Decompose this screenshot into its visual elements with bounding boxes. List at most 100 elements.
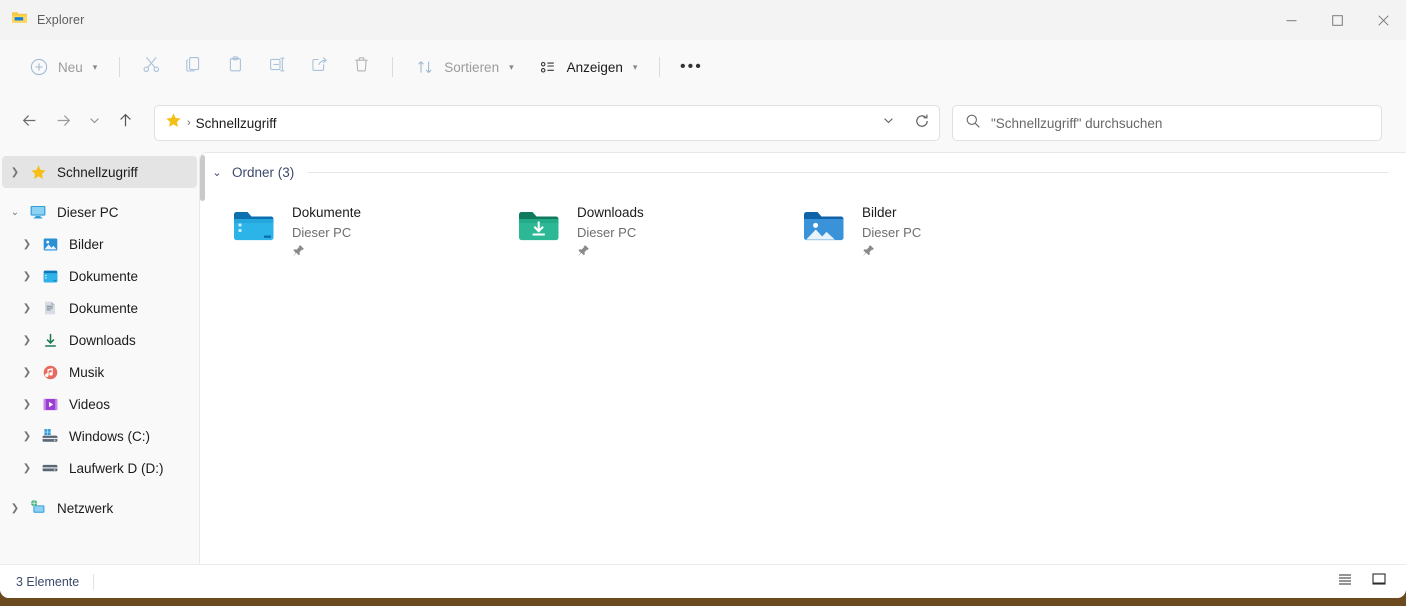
pin-icon [577,244,644,262]
content-scrollbar[interactable] [200,155,205,201]
view-button[interactable]: Anzeigen ▾ [527,49,649,85]
chevron-right-icon[interactable]: ❯ [14,292,40,324]
group-header-ordner[interactable]: ⌄ Ordner (3) [200,153,1406,180]
close-button[interactable] [1360,0,1406,40]
chevron-right-icon[interactable]: ❯ [2,156,28,188]
folder-icon [11,9,28,31]
sidebar-item-laufwerk-d[interactable]: ❯ Laufwerk D (D:) [2,452,197,484]
sidebar-item-label: Windows (C:) [69,429,150,444]
file-tile-downloads[interactable]: Downloads Dieser PC [507,192,792,256]
chevron-down-icon [882,114,895,132]
search-input[interactable]: "Schnellzugriff" durchsuchen [991,116,1162,131]
sidebar-item-videos[interactable]: ❯ Videos [2,388,197,420]
command-bar: Neu ▾ [0,40,1406,94]
trash-icon [352,55,371,79]
details-view-button[interactable] [1332,570,1358,594]
sidebar-item-netzwerk[interactable]: ❯ Netzwerk [2,492,197,524]
share-icon [310,55,329,79]
video-icon [40,394,60,414]
more-options-button[interactable]: ••• [671,49,711,85]
breadcrumb[interactable]: › Schnellzugriff [155,112,871,134]
forward-button[interactable] [46,106,80,140]
file-tile-bilder[interactable]: Bilder Dieser PC [792,192,1077,256]
view-list-icon [538,57,558,77]
sidebar-item-schnellzugriff[interactable]: ❯ Schnellzugriff [2,156,197,188]
breadcrumb-current[interactable]: Schnellzugriff [196,116,277,131]
recent-locations-button[interactable] [80,106,108,140]
chevron-right-icon[interactable]: ❯ [14,260,40,292]
sidebar-item-downloads[interactable]: ❯ Downloads [2,324,197,356]
chevron-down-icon [88,114,101,132]
pictures-icon [40,234,60,254]
cut-button[interactable] [131,49,171,85]
refresh-button[interactable] [905,106,939,140]
item-count-label: 3 Elemente [16,575,79,589]
sidebar-item-bilder[interactable]: ❯ Bilder [2,228,197,260]
chevron-right-icon[interactable]: ❯ [14,420,40,452]
chevron-down-icon[interactable]: ⌄ [210,166,224,179]
sidebar-item-label: Netzwerk [57,501,113,516]
sidebar-item-musik[interactable]: ❯ Musik [2,356,197,388]
address-dropdown-button[interactable] [871,106,905,140]
chevron-right-icon[interactable]: ❯ [14,356,40,388]
chevron-right-icon[interactable]: ❯ [14,228,40,260]
refresh-icon [914,113,930,134]
sidebar-item-dokumente-gray[interactable]: ❯ Dokumente [2,292,197,324]
scissors-icon [142,55,161,79]
sort-button[interactable]: Sortieren ▾ [404,49,524,85]
monitor-icon [28,202,48,222]
file-tile-meta: Bilder Dieser PC [862,198,921,262]
delete-button[interactable] [341,49,381,85]
star-icon [28,162,48,182]
paste-button[interactable] [215,49,255,85]
title-bar-left: Explorer [0,9,84,31]
copy-button[interactable] [173,49,213,85]
sidebar-item-label: Dokumente [69,269,138,284]
search-box[interactable]: "Schnellzugriff" durchsuchen [952,105,1382,141]
file-tile-dokumente[interactable]: Dokumente Dieser PC [222,192,507,256]
share-button[interactable] [299,49,339,85]
status-divider [93,574,94,590]
file-tile-meta: Downloads Dieser PC [577,198,644,262]
status-bar-left: 3 Elemente [16,574,94,590]
sidebar-item-dieser-pc[interactable]: ⌄ Dieser PC [2,196,197,228]
new-button[interactable]: Neu ▾ [18,49,108,85]
back-button[interactable] [12,106,46,140]
pin-icon [862,244,921,262]
sidebar-item-dokumente-blue[interactable]: ❯ Dokumente [2,260,197,292]
sidebar-item-windows-c[interactable]: ❯ Windows (C:) [2,420,197,452]
copy-icon [184,55,203,79]
download-icon [40,330,60,350]
file-tile-location: Dieser PC [292,223,361,243]
plus-circle-icon [29,57,49,77]
chevron-right-icon[interactable]: ❯ [14,452,40,484]
search-icon [965,113,981,134]
sidebar-item-label: Videos [69,397,110,412]
chevron-down-icon: ▾ [509,62,514,73]
chevron-right-icon[interactable]: ❯ [14,324,40,356]
folder-downloads-icon [515,202,563,250]
arrow-left-icon [21,112,38,134]
chevron-down-icon[interactable]: ⌄ [2,196,28,228]
sidebar-item-label: Musik [69,365,104,380]
large-icons-view-icon [1371,571,1387,592]
up-button[interactable] [108,106,142,140]
rename-button[interactable] [257,49,297,85]
chevron-right-icon[interactable]: ❯ [2,492,28,524]
maximize-button[interactable] [1314,0,1360,40]
group-header-label: Ordner (3) [232,165,294,180]
chevron-down-icon: ▾ [93,62,98,73]
chevron-right-icon[interactable]: ❯ [14,388,40,420]
address-bar[interactable]: › Schnellzugriff [154,105,940,141]
chevron-down-icon: ▾ [633,62,638,73]
minimize-button[interactable] [1268,0,1314,40]
navigation-bar: › Schnellzugriff [0,94,1406,152]
file-tile-location: Dieser PC [862,223,921,243]
arrow-up-icon [117,112,134,134]
music-icon [40,362,60,382]
file-tile-name: Dokumente [292,203,361,223]
new-button-label: Neu [58,60,83,75]
large-icons-view-button[interactable] [1366,570,1392,594]
file-list-pane: ⌄ Ordner (3) [199,152,1406,564]
arrow-right-icon [55,112,72,134]
